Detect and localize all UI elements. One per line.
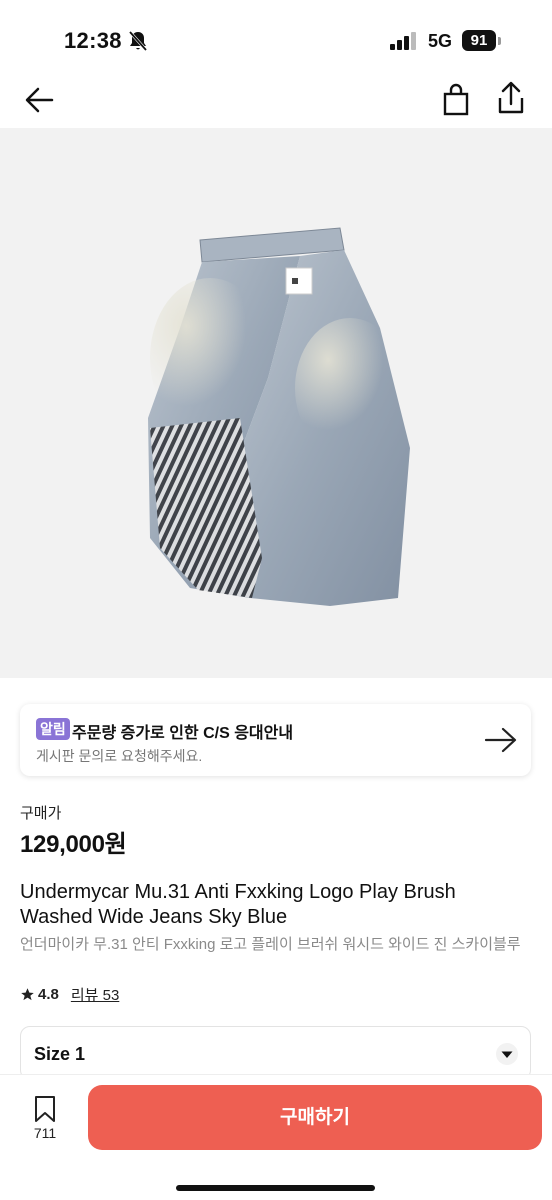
arrow-right-icon[interactable]	[484, 726, 518, 754]
review-link[interactable]: 리뷰 53	[71, 984, 119, 1005]
chevron-down-icon	[496, 1043, 518, 1065]
signal-icon	[390, 32, 416, 50]
size-value: Size 1	[34, 1044, 86, 1064]
bookmark-count: 711	[33, 1125, 57, 1141]
notice-subtitle: 게시판 문의로 요청해주세요.	[36, 748, 203, 764]
star-icon	[21, 987, 34, 1000]
network-type: 5G	[428, 31, 453, 51]
bottom-bar: 711 구매하기	[0, 1074, 552, 1200]
size-select[interactable]: Size 1	[20, 1026, 531, 1080]
product-image[interactable]	[0, 128, 552, 678]
product-title: Undermycar Mu.31 Anti Fxxking Logo Play …	[20, 881, 456, 928]
battery-level: 91	[462, 30, 496, 51]
notice-title: 주문량 증가로 인한 C/S 응대안내	[72, 725, 294, 742]
price-value: 129,000원	[20, 831, 127, 858]
bookmark-icon	[35, 1096, 55, 1122]
jeans-photo	[148, 227, 410, 606]
price-label: 구매가	[20, 805, 62, 822]
share-icon[interactable]	[494, 80, 528, 118]
bookmark-button[interactable]: 711	[26, 1095, 64, 1143]
battery-cap	[498, 37, 501, 45]
product-title-korean: 언더마이카 무.31 안티 Fxxking 로고 플레이 브러쉬 워시드 와이드…	[20, 936, 521, 953]
status-bar: 12:38 5G 91	[0, 0, 552, 80]
arrow-left-icon[interactable]	[22, 82, 58, 118]
rating-row: 4.8 리뷰 53	[20, 984, 119, 1004]
notice-card[interactable]: 알림 주문량 증가로 인한 C/S 응대안내 게시판 문의로 요청해주세요.	[20, 704, 531, 776]
bell-mute-icon	[128, 31, 148, 51]
status-time: 12:38	[64, 28, 122, 53]
home-indicator	[176, 1185, 375, 1191]
buy-button[interactable]: 구매하기	[88, 1085, 542, 1150]
nav-bar	[0, 80, 552, 128]
shopping-bag-icon[interactable]	[440, 82, 472, 118]
rating-value: 4.8	[38, 985, 59, 1003]
notice-badge: 알림	[36, 718, 70, 740]
